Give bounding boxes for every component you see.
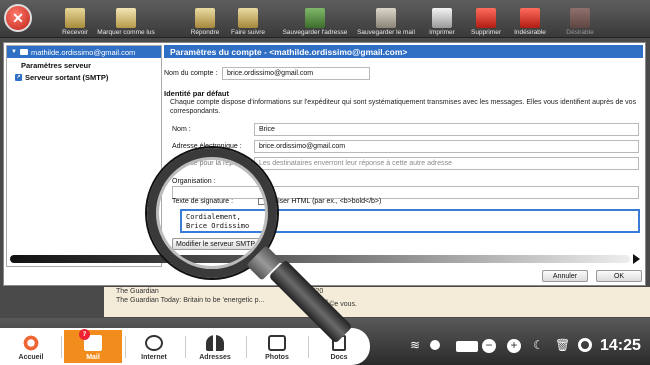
dock-home[interactable]: Accueil xyxy=(2,330,60,363)
save-address-icon xyxy=(305,8,325,28)
screen: ✕ Recevoir Marquer comme lus Répondre Fa… xyxy=(0,0,650,365)
wifi-icon[interactable]: ≋ xyxy=(410,338,420,352)
reply-button[interactable]: Répondre xyxy=(186,3,224,37)
tree-item-account[interactable]: ▼ mathilde.ordissimo@gmail.com xyxy=(7,46,161,58)
settings-title: Paramètres du compte - <mathilde.ordissi… xyxy=(164,45,643,58)
home-icon xyxy=(22,335,40,351)
save-mail-icon xyxy=(376,8,396,28)
identity-description: Chaque compte dispose d'informations sur… xyxy=(170,99,637,115)
battery-icon xyxy=(456,341,478,352)
smtp-icon: ↗ xyxy=(15,74,22,81)
account-tree: ▼ mathilde.ordissimo@gmail.com Paramètre… xyxy=(6,45,162,267)
name-field[interactable]: Brice xyxy=(254,123,639,136)
print-button[interactable]: Imprimer xyxy=(424,3,460,37)
identity-section-title: Identité par défaut xyxy=(164,89,230,98)
account-settings-dialog: ▼ mathilde.ordissimo@gmail.com Paramètre… xyxy=(3,42,646,286)
reply-to-field[interactable]: Les destinataires enverront leur réponse… xyxy=(254,157,639,170)
save-mail-button[interactable]: Sauvegarder le mail xyxy=(354,3,418,37)
expand-triangle-icon[interactable]: ▼ xyxy=(11,49,17,55)
dock-addresses[interactable]: Adresses xyxy=(186,330,244,363)
trash-icon[interactable]: 🗑 xyxy=(555,338,570,352)
globe-icon xyxy=(145,335,163,351)
scroll-slider[interactable] xyxy=(10,255,630,263)
email-field[interactable]: brice.ordissimo@gmail.com xyxy=(254,140,639,153)
zoom-out-icon[interactable]: − xyxy=(482,339,496,353)
moon-icon[interactable]: ☾ xyxy=(533,338,544,352)
print-icon xyxy=(432,8,452,28)
dock-separator xyxy=(308,336,309,358)
mail-subject[interactable]: The Guardian Today: Britain to be 'energ… xyxy=(116,297,264,304)
forward-button[interactable]: Faire suivre xyxy=(228,3,268,37)
mail-sender[interactable]: The Guardian xyxy=(116,288,159,295)
camera-icon xyxy=(268,335,286,351)
delete-button[interactable]: Supprimer xyxy=(466,3,506,37)
receive-icon xyxy=(65,8,85,28)
not-spam-button[interactable]: Désirable xyxy=(558,3,602,37)
spam-button[interactable]: Indésirable xyxy=(508,3,552,37)
mark-read-button[interactable]: Marquer comme lus xyxy=(96,3,156,37)
reply-icon xyxy=(195,8,215,28)
save-address-button[interactable]: Sauvegarder l'adresse xyxy=(280,3,350,37)
account-name-field[interactable]: brice.ordissimo@gmail.com xyxy=(222,67,370,80)
help-ring-icon[interactable] xyxy=(578,338,592,352)
arrow-right-icon[interactable] xyxy=(633,254,640,264)
close-icon[interactable]: ✕ xyxy=(4,4,32,32)
receive-button[interactable]: Recevoir xyxy=(56,3,94,37)
clock: 14:25 xyxy=(600,337,641,354)
dock-separator xyxy=(61,336,62,358)
volume-down-icon[interactable] xyxy=(430,340,440,350)
dock-photos[interactable]: Photos xyxy=(248,330,306,363)
dock-mail[interactable]: Mail xyxy=(64,330,122,363)
name-label: Nom : xyxy=(172,126,191,133)
zoom-in-icon[interactable]: + xyxy=(507,339,521,353)
mail-list: The Guardian 24/06/20 The Guardian Today… xyxy=(104,287,650,317)
forward-icon xyxy=(238,8,258,28)
ok-button[interactable]: OK xyxy=(596,270,642,282)
envelope-icon xyxy=(19,49,28,55)
mail-toolbar: ✕ Recevoir Marquer comme lus Répondre Fa… xyxy=(0,0,650,38)
dock-internet[interactable]: Internet xyxy=(125,330,183,363)
account-name-label: Nom du compte : xyxy=(164,70,218,77)
tree-item-server-params[interactable]: Paramètres serveur xyxy=(7,58,161,70)
mark-read-icon xyxy=(116,8,136,28)
tree-item-smtp[interactable]: ↗ Serveur sortant (SMTP) xyxy=(7,70,161,82)
contacts-icon xyxy=(206,335,224,351)
html-checkbox-label: Utiliser HTML (par ex., <b>bold</b>) xyxy=(268,198,382,205)
cancel-button[interactable]: Annuler xyxy=(542,270,588,282)
delete-icon xyxy=(476,8,496,28)
dock-separator xyxy=(246,336,247,358)
mail-badge: 7 xyxy=(79,329,90,340)
not-spam-icon xyxy=(570,8,590,28)
spam-icon xyxy=(520,8,540,28)
